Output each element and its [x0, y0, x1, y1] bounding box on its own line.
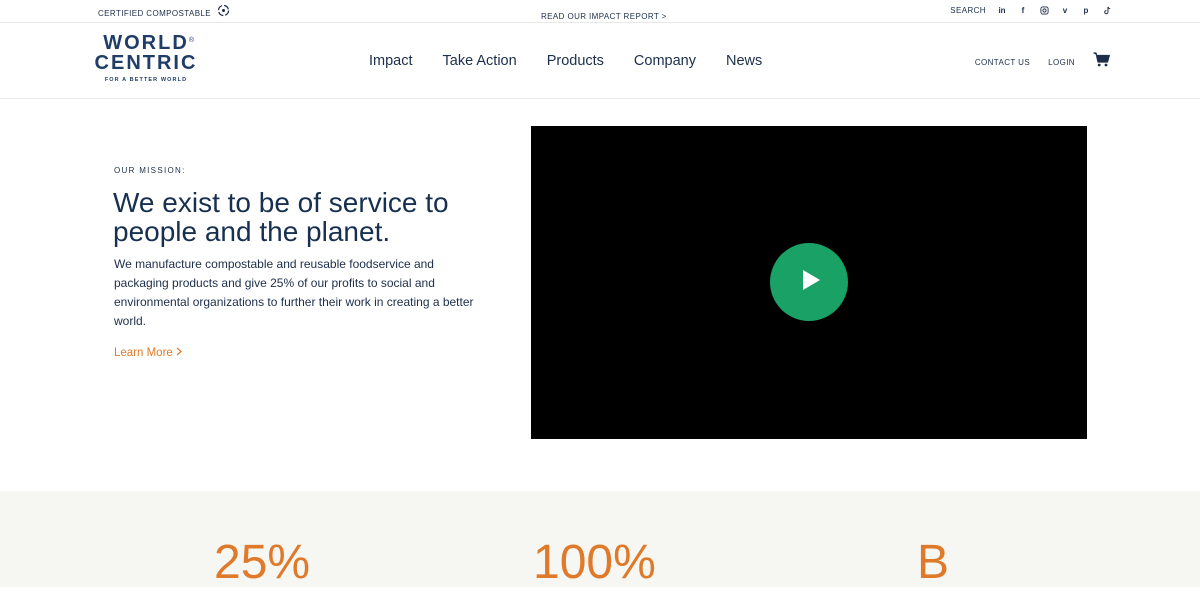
- logo-line-1: WORLD: [103, 32, 189, 54]
- mission-video[interactable]: [531, 126, 1087, 439]
- nav-company[interactable]: Company: [634, 53, 696, 69]
- nav-products[interactable]: Products: [547, 53, 604, 69]
- main-header: WORLD ® CENTRIC FOR A BETTER WORLD Impac…: [0, 23, 1200, 99]
- certified-label: CERTIFIED COMPOSTABLE: [98, 8, 212, 18]
- facebook-icon[interactable]: f: [1018, 4, 1028, 16]
- stat-compostable: 100%: [533, 536, 656, 589]
- hero-title: We exist to be of service to people and …: [113, 187, 449, 247]
- stats-section: 25% 100% B: [0, 491, 1200, 589]
- learn-more-label: Learn More: [114, 347, 173, 359]
- search-link[interactable]: SEARCH: [950, 6, 986, 15]
- play-icon: [796, 269, 822, 296]
- login-link[interactable]: LOGIN: [1048, 58, 1075, 67]
- hero-body: We manufacture compostable and reusable …: [114, 257, 474, 328]
- world-centric-logo[interactable]: WORLD ® CENTRIC FOR A BETTER WORLD: [88, 33, 204, 83]
- impact-report-link[interactable]: READ OUR IMPACT REPORT >: [541, 12, 667, 21]
- logo-tagline: FOR A BETTER WORLD: [104, 77, 188, 83]
- logo-line-2: CENTRIC: [94, 52, 198, 74]
- logo-registered-mark: ®: [188, 37, 194, 44]
- nav-impact[interactable]: Impact: [369, 53, 413, 69]
- compost-icon: [217, 4, 230, 22]
- linkedin-icon[interactable]: in: [997, 4, 1007, 16]
- instagram-icon[interactable]: [1039, 4, 1049, 16]
- utility-bar: CERTIFIED COMPOSTABLE READ OUR IMPACT RE…: [0, 0, 1200, 23]
- cart-icon[interactable]: [1093, 52, 1110, 72]
- contact-us-link[interactable]: CONTACT US: [975, 58, 1030, 67]
- vimeo-icon[interactable]: v: [1060, 4, 1070, 16]
- stat-profits: 25%: [214, 536, 311, 589]
- nav-news[interactable]: News: [726, 53, 762, 69]
- learn-more-link[interactable]: Learn More: [114, 347, 182, 359]
- mission-eyebrow: OUR MISSION:: [114, 166, 186, 175]
- pinterest-icon[interactable]: p: [1081, 4, 1091, 16]
- chevron-right-icon: [176, 347, 182, 359]
- certified-compostable[interactable]: CERTIFIED COMPOSTABLE: [98, 4, 230, 22]
- stat-bcorp: B: [917, 536, 950, 589]
- primary-nav: Impact Take Action Products Company News: [369, 53, 762, 69]
- tiktok-icon[interactable]: [1102, 4, 1112, 16]
- play-button[interactable]: [770, 243, 848, 321]
- nav-take-action[interactable]: Take Action: [443, 53, 517, 69]
